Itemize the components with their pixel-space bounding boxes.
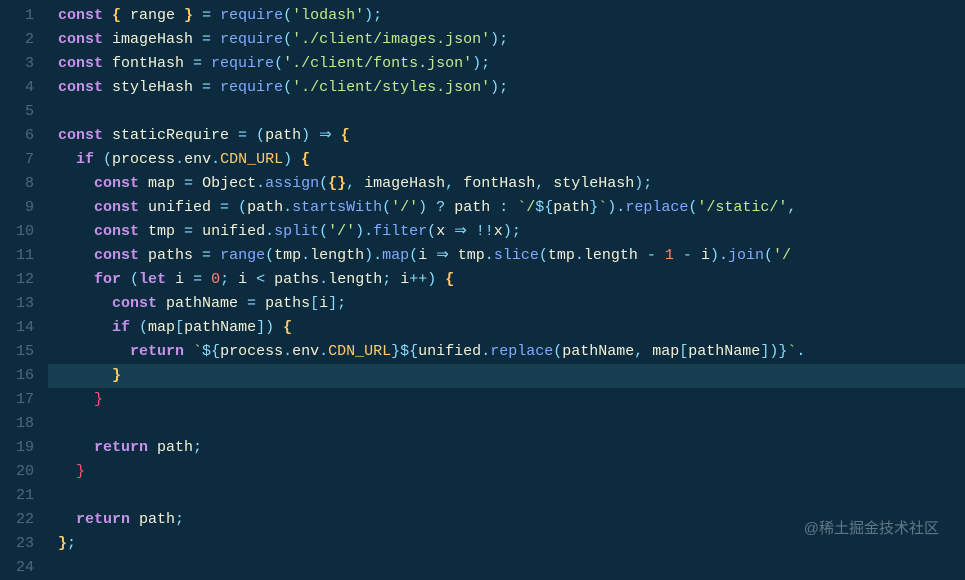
- code-line[interactable]: const fontHash = require('./client/fonts…: [48, 52, 965, 76]
- line-number: 5: [8, 100, 34, 124]
- line-number: 20: [8, 460, 34, 484]
- code-line[interactable]: }: [48, 460, 965, 484]
- code-line[interactable]: for (let i = 0; i < paths.length; i++) {: [48, 268, 965, 292]
- line-number: 19: [8, 436, 34, 460]
- line-number: 22: [8, 508, 34, 532]
- line-number: 4: [8, 76, 34, 100]
- code-line[interactable]: return `${process.env.CDN_URL}${unified.…: [48, 340, 965, 364]
- line-number: 15: [8, 340, 34, 364]
- code-line[interactable]: [48, 484, 965, 508]
- watermark-text: @稀土掘金技术社区: [804, 517, 939, 538]
- line-number: 16: [8, 364, 34, 388]
- line-number: 23: [8, 532, 34, 556]
- line-number: 8: [8, 172, 34, 196]
- line-number: 12: [8, 268, 34, 292]
- line-number: 2: [8, 28, 34, 52]
- code-line[interactable]: const unified = (path.startsWith('/') ? …: [48, 196, 965, 220]
- line-number: 21: [8, 484, 34, 508]
- line-number: 6: [8, 124, 34, 148]
- line-number: 18: [8, 412, 34, 436]
- code-line[interactable]: }: [48, 388, 965, 412]
- code-line[interactable]: const tmp = unified.split('/').filter(x …: [48, 220, 965, 244]
- code-line[interactable]: const styleHash = require('./client/styl…: [48, 76, 965, 100]
- line-number: 13: [8, 292, 34, 316]
- code-line[interactable]: const map = Object.assign({}, imageHash,…: [48, 172, 965, 196]
- line-number: 9: [8, 196, 34, 220]
- code-editor[interactable]: 123456789101112131415161718192021222324 …: [0, 0, 965, 572]
- code-line[interactable]: if (process.env.CDN_URL) {: [48, 148, 965, 172]
- line-number: 14: [8, 316, 34, 340]
- code-line[interactable]: [48, 412, 965, 436]
- line-number: 10: [8, 220, 34, 244]
- line-number-gutter: 123456789101112131415161718192021222324: [0, 0, 48, 572]
- code-line[interactable]: }: [48, 364, 965, 388]
- code-line[interactable]: const { range } = require('lodash');: [48, 4, 965, 28]
- code-area[interactable]: const { range } = require('lodash');cons…: [48, 0, 965, 572]
- code-line[interactable]: const paths = range(tmp.length).map(i ⇒ …: [48, 244, 965, 268]
- code-line[interactable]: [48, 556, 965, 572]
- line-number: 11: [8, 244, 34, 268]
- code-line[interactable]: const staticRequire = (path) ⇒ {: [48, 124, 965, 148]
- line-number: 17: [8, 388, 34, 412]
- line-number: 3: [8, 52, 34, 76]
- code-line[interactable]: return path;: [48, 436, 965, 460]
- code-line[interactable]: const pathName = paths[i];: [48, 292, 965, 316]
- code-line[interactable]: if (map[pathName]) {: [48, 316, 965, 340]
- code-line[interactable]: [48, 100, 965, 124]
- line-number: 7: [8, 148, 34, 172]
- code-line[interactable]: const imageHash = require('./client/imag…: [48, 28, 965, 52]
- line-number: 1: [8, 4, 34, 28]
- line-number: 24: [8, 556, 34, 580]
